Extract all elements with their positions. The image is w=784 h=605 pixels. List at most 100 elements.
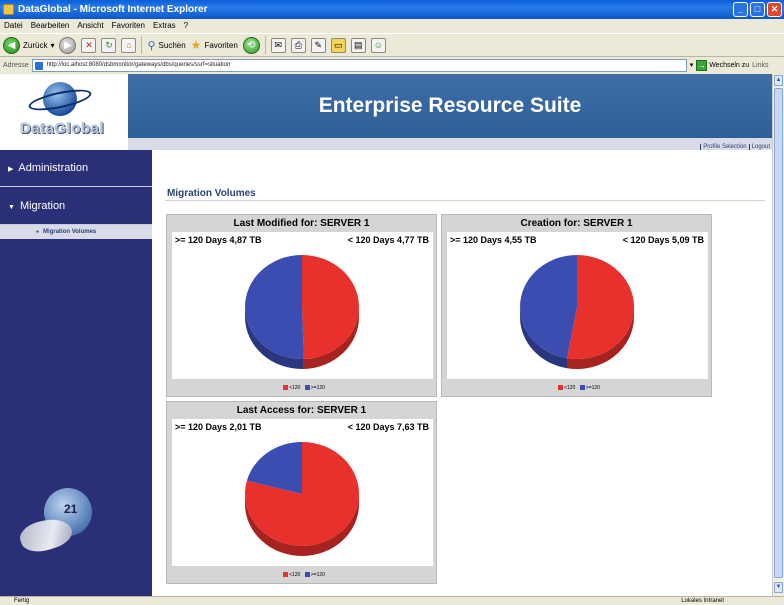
menu-extras[interactable]: Extras xyxy=(153,19,176,33)
mail-icon[interactable]: ✉ xyxy=(270,37,286,53)
back-arrow-icon: ◀ xyxy=(3,36,20,54)
pie-chart xyxy=(245,255,360,369)
go-button[interactable]: → Wechseln zu xyxy=(696,59,750,71)
chart-panel-last-access: Last Access for: SERVER 1 >= 120 Days 2,… xyxy=(166,401,437,584)
browser-window: DataGlobal - Microsoft Internet Explorer… xyxy=(0,0,784,605)
scrollbar-thumb[interactable] xyxy=(774,88,783,578)
chart-body: >= 120 Days 4,87 TB < 120 Days 4,77 TB xyxy=(172,232,433,379)
vertical-scrollbar[interactable]: ▲ ▼ xyxy=(772,74,784,596)
address-value: http://loc.alhost:8080/dsbmonitor/gatewa… xyxy=(46,61,231,68)
chart-panel-creation: Creation for: SERVER 1 >= 120 Days 4,55 … xyxy=(441,214,712,397)
sidebar-subitem-label: Migration Volumes xyxy=(43,229,97,235)
pie-chart xyxy=(520,255,634,369)
title-bar[interactable]: DataGlobal - Microsoft Internet Explorer… xyxy=(0,0,784,19)
data-label-ge120: >= 120 Days 2,01 TB xyxy=(175,422,262,432)
globe-graphic-number: 21 xyxy=(64,502,78,516)
menu-favoriten[interactable]: Favoriten xyxy=(112,19,145,33)
data-label-ge120: >= 120 Days 4,55 TB xyxy=(450,235,537,245)
back-button[interactable]: ◀ Zurück ▾ xyxy=(3,36,54,54)
print-icon[interactable]: ⎙ xyxy=(290,37,306,53)
window-title: DataGlobal - Microsoft Internet Explorer xyxy=(18,4,208,15)
chart-title: Last Access for: SERVER 1 xyxy=(236,405,367,416)
logo-text: DataGlobal xyxy=(20,120,105,137)
header-subbar xyxy=(128,138,772,150)
header-banner: Enterprise Resource Suite xyxy=(128,74,772,138)
home-icon[interactable]: ⌂ xyxy=(121,37,137,53)
menu-datei[interactable]: Datei xyxy=(4,19,23,33)
forward-arrow-icon[interactable]: ▶ xyxy=(59,36,77,54)
chart-title: Last Modified for: SERVER 1 xyxy=(233,218,370,229)
legend-label-ge120: >=120 xyxy=(585,385,600,391)
research-icon[interactable]: ▤ xyxy=(350,37,366,53)
security-zone: Lokales Intranet xyxy=(681,598,724,604)
messenger-icon[interactable]: ☺ xyxy=(370,37,386,53)
address-dropdown-icon[interactable]: ▾ xyxy=(690,61,694,69)
data-label-ge120: >= 120 Days 4,87 TB xyxy=(175,235,262,245)
star-icon: ★ xyxy=(190,38,202,52)
search-button[interactable]: ⚲ Suchen xyxy=(147,39,185,52)
go-label: Wechseln zu xyxy=(709,61,750,69)
toolbar-separator-2 xyxy=(264,36,266,54)
address-bar: Adresse http://loc.alhost:8080/dsbmonito… xyxy=(0,57,784,73)
legend-label-lt120: <120 xyxy=(564,385,576,391)
refresh-icon[interactable]: ↻ xyxy=(101,37,117,53)
data-label-lt120: < 120 Days 4,77 TB xyxy=(347,235,429,245)
legend-label-ge120: >=120 xyxy=(310,385,325,391)
legend-label-lt120: <120 xyxy=(289,572,301,578)
profile-links: Profile Selection Logout xyxy=(700,144,770,150)
sidebar-item-migration[interactable]: ▼ Migration xyxy=(0,187,152,225)
links-label[interactable]: Links xyxy=(752,62,768,69)
legend-swatch-lt120 xyxy=(558,385,564,391)
legend-swatch-lt120 xyxy=(283,385,289,391)
chart-title: Creation for: SERVER 1 xyxy=(520,218,633,229)
page-title: Enterprise Resource Suite xyxy=(318,94,582,117)
go-arrow-icon: → xyxy=(696,59,708,71)
globe-hand-graphic: 21 xyxy=(16,480,110,570)
pie-chart xyxy=(245,442,359,556)
page-viewport: DataGlobal Enterprise Resource Suite Pro… xyxy=(0,74,772,596)
scroll-down-icon[interactable]: ▼ xyxy=(774,582,783,593)
stop-icon[interactable]: ✕ xyxy=(81,37,97,53)
menu-ansicht[interactable]: Ansicht xyxy=(77,19,103,33)
chart-body: >= 120 Days 2,01 TB < 120 Days 7,63 TB xyxy=(172,419,433,566)
sidebar-item-administration[interactable]: ▶ Administration xyxy=(0,150,152,187)
data-label-lt120: < 120 Days 5,09 TB xyxy=(622,235,704,245)
maximize-icon[interactable]: □ xyxy=(750,2,765,17)
sidebar-item-label: Migration xyxy=(19,200,66,212)
logo[interactable]: DataGlobal xyxy=(0,74,128,150)
history-icon[interactable]: ⟲ xyxy=(242,36,260,54)
ie-app-icon xyxy=(3,4,14,15)
chart-panel-last-modified: Last Modified for: SERVER 1 >= 120 Days … xyxy=(166,214,437,397)
legend-swatch-ge120 xyxy=(579,385,585,391)
triangle-down-icon: ▼ xyxy=(8,204,15,211)
address-input[interactable]: http://loc.alhost:8080/dsbmonitor/gatewa… xyxy=(31,58,687,72)
bullet-icon: ● xyxy=(36,229,40,235)
menu-help[interactable]: ? xyxy=(184,19,188,33)
window-controls: _ □ ✕ xyxy=(733,2,782,17)
search-label: Suchen xyxy=(158,40,186,50)
favorites-button[interactable]: ★ Favoriten xyxy=(191,38,238,52)
legend-label-lt120: <120 xyxy=(289,385,301,391)
triangle-right-icon: ▶ xyxy=(8,166,14,173)
chart-legend: <120 >=120 xyxy=(442,385,713,391)
sidebar-item-label: Administration xyxy=(18,162,89,174)
sidebar: ▶ Administration ▼ Migration ● Migration Vo… xyxy=(0,150,152,596)
address-label: Adresse xyxy=(3,61,29,69)
logout-link[interactable]: Logout xyxy=(748,144,770,150)
chevron-down-icon[interactable]: ▾ xyxy=(50,41,54,50)
toolbar: ◀ Zurück ▾ ▶ ✕ ↻ ⌂ ⚲ Suchen ★ Favoriten … xyxy=(0,33,784,57)
chart-body: >= 120 Days 4,55 TB < 120 Days 5,09 TB xyxy=(447,232,708,379)
sidebar-item-migration-volumes[interactable]: ● Migration Volumes xyxy=(36,226,96,238)
edit-icon[interactable]: ✎ xyxy=(310,37,326,53)
chart-legend: <120 >=120 xyxy=(167,572,438,578)
scroll-up-icon[interactable]: ▲ xyxy=(774,75,783,86)
legend-swatch-lt120 xyxy=(283,572,289,578)
minimize-icon[interactable]: _ xyxy=(733,2,748,17)
close-icon[interactable]: ✕ xyxy=(767,2,782,17)
profile-selection-link[interactable]: Profile Selection xyxy=(700,144,747,150)
menu-bearbeiten[interactable]: Bearbeiten xyxy=(31,19,70,33)
data-label-lt120: < 120 Days 7,63 TB xyxy=(347,422,429,432)
menu-bar: Datei Bearbeiten Ansicht Favoriten Extra… xyxy=(0,19,784,33)
legend-swatch-ge120 xyxy=(304,572,310,578)
folder-icon[interactable]: ▭ xyxy=(330,37,346,53)
